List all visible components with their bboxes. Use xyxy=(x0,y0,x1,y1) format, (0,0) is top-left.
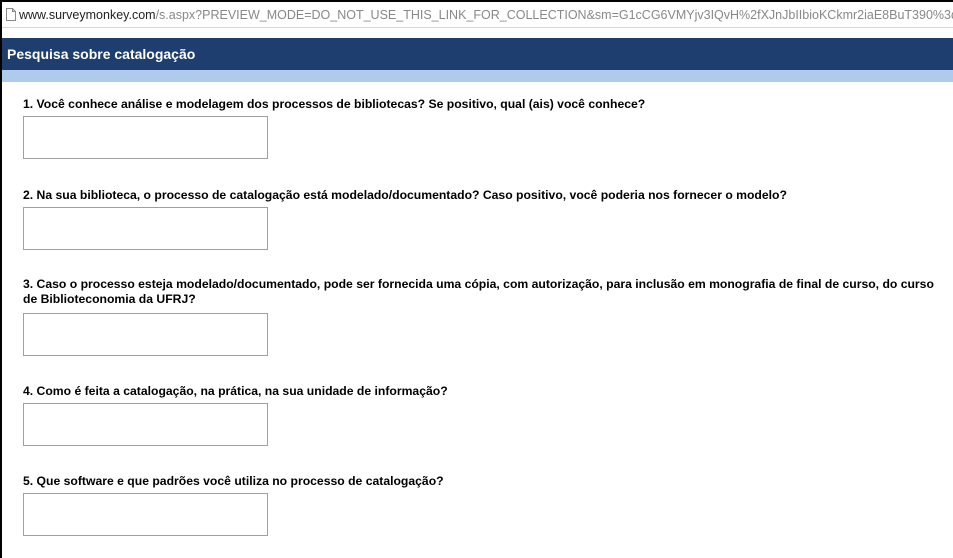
url-host: www.surveymonkey.com xyxy=(18,7,156,22)
address-bar[interactable]: www.surveymonkey.com/s.aspx?PREVIEW_MODE… xyxy=(2,2,953,28)
question-4: 4. Como é feita a catalogação, na prátic… xyxy=(23,384,448,398)
question-5: 5. Que software e que padrões você utili… xyxy=(23,474,444,488)
answer-3-textarea[interactable] xyxy=(23,313,268,356)
survey-title: Pesquisa sobre catalogação xyxy=(7,46,196,62)
question-2: 2. Na sua biblioteca, o processo de cata… xyxy=(23,188,787,202)
question-1: 1. Você conhece análise e modelagem dos … xyxy=(23,97,646,111)
answer-2-textarea[interactable] xyxy=(23,207,268,250)
answer-1-textarea[interactable] xyxy=(23,116,268,159)
answer-4-textarea[interactable] xyxy=(23,403,268,446)
url-text[interactable]: www.surveymonkey.com/s.aspx?PREVIEW_MODE… xyxy=(19,8,953,22)
url-path: /s.aspx?PREVIEW_MODE=DO_NOT_USE_THIS_LIN… xyxy=(155,7,953,22)
page-icon xyxy=(6,8,16,21)
question-3: 3. Caso o processo esteja modelado/docum… xyxy=(23,277,934,306)
title-sub-bar xyxy=(2,70,953,82)
answer-5-textarea[interactable] xyxy=(23,493,268,536)
survey-title-bar: Pesquisa sobre catalogação xyxy=(2,38,953,70)
